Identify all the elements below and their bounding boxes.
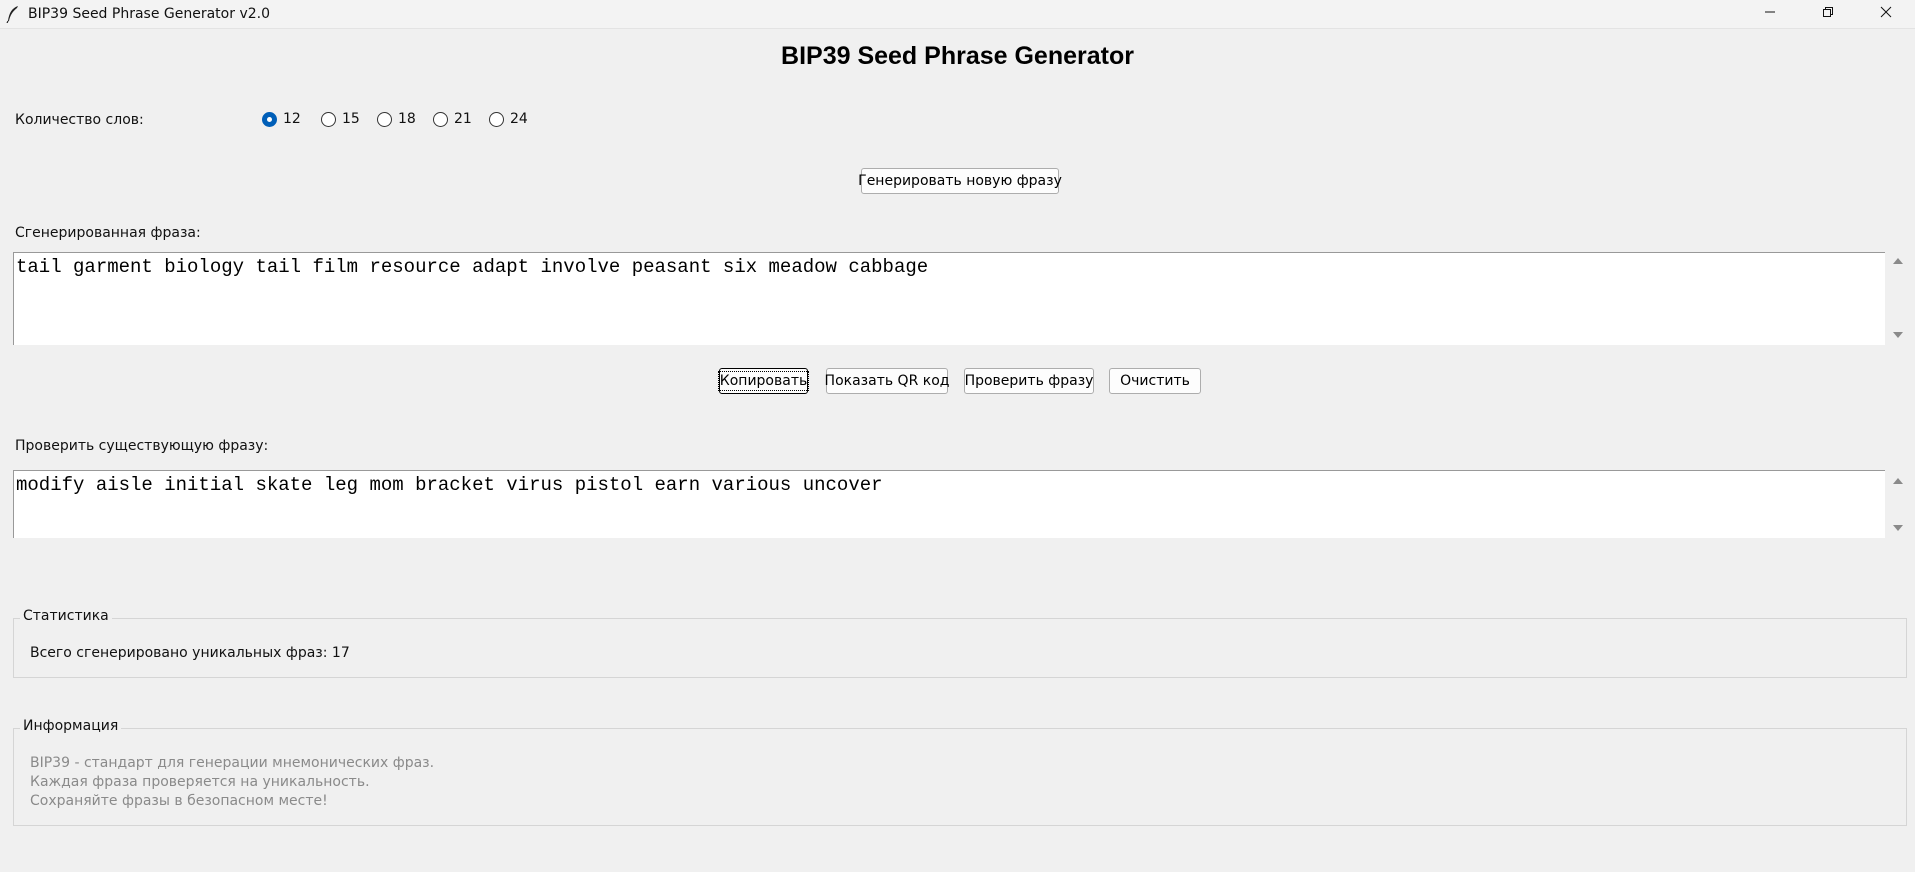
restore-button[interactable] [1799,0,1857,28]
radio-selected-icon [262,111,277,127]
generated-phrase-textarea[interactable]: tail garment biology tail film resource … [13,252,1885,345]
page-title: BIP39 Seed Phrase Generator [781,42,1134,70]
verify-phrase-label: Проверить существующую фразу: [15,438,269,454]
verify-phrase-scrollbar[interactable] [1887,470,1909,538]
radio-words-12[interactable]: 12 [262,111,301,127]
generate-button[interactable]: Генерировать новую фразу [858,168,1062,194]
close-button[interactable] [1857,0,1915,28]
verify-phrase-text: modify aisle initial skate leg mom brack… [16,474,883,496]
info-line: BIP39 - стандарт для генерации мнемониче… [30,755,435,771]
info-line: Каждая фраза проверяется на уникальность… [30,774,370,790]
check-phrase-button[interactable]: Проверить фразу [964,368,1094,394]
radio-icon [489,111,504,127]
scroll-up-icon[interactable] [1893,258,1903,264]
minimize-icon [1764,6,1776,22]
word-count-label: Количество слов: [15,112,144,128]
radio-words-15[interactable]: 15 [321,111,360,127]
radio-icon [377,111,392,127]
radio-words-18[interactable]: 18 [377,111,416,127]
generated-phrase-label: Сгенерированная фраза: [15,225,201,241]
window-titlebar: BIP39 Seed Phrase Generator v2.0 [0,0,1915,29]
verify-phrase-textarea[interactable]: modify aisle initial skate leg mom brack… [13,470,1885,538]
close-icon [1880,6,1892,22]
radio-words-24[interactable]: 24 [489,111,528,127]
radio-words-21[interactable]: 21 [433,111,472,127]
information-title: Информация [20,718,122,734]
restore-icon [1822,6,1834,22]
copy-button[interactable]: Копировать [717,368,810,394]
statistics-title: Статистика [20,608,112,624]
window-title: BIP39 Seed Phrase Generator v2.0 [28,6,270,22]
generated-phrase-text: tail garment biology tail film resource … [16,256,929,278]
generated-phrase-scrollbar[interactable] [1887,252,1909,345]
feather-icon [6,5,20,24]
radio-icon [433,111,448,127]
minimize-button[interactable] [1741,0,1799,28]
scroll-down-icon[interactable] [1893,525,1903,531]
clear-button[interactable]: Очистить [1109,368,1201,394]
unique-phrases-count: Всего сгенерировано уникальных фраз: 17 [30,645,350,661]
scroll-up-icon[interactable] [1893,478,1903,484]
show-qr-button[interactable]: Показать QR код [825,368,949,394]
scroll-down-icon[interactable] [1893,332,1903,338]
info-line: Сохраняйте фразы в безопасном месте! [30,793,328,809]
radio-icon [321,111,336,127]
